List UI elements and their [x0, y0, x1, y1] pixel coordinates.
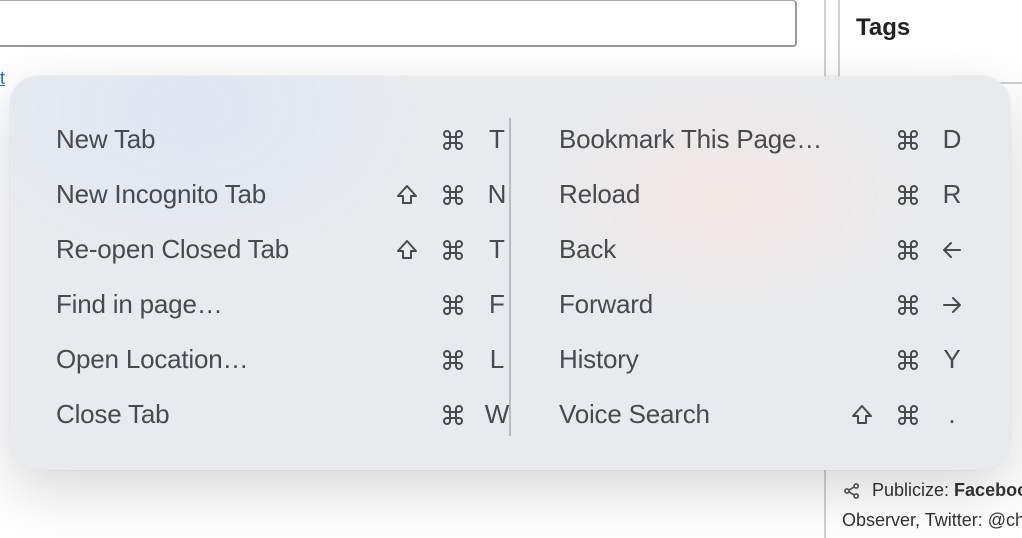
menu-item-label: Reload: [559, 179, 640, 210]
menu-item-new-incognito-tab[interactable]: New Incognito Tab N: [56, 171, 509, 219]
menu-item-forward[interactable]: Forward: [511, 281, 964, 329]
menu-item-shortcut: [834, 238, 964, 262]
shortcut-key: Y: [940, 344, 964, 375]
menu-column-left: New Tab T New Incognito Tab N Re-open Closed…: [56, 112, 509, 442]
cmd-icon: [894, 293, 922, 317]
menu-item-shortcut: L: [379, 344, 509, 375]
shortcut-key: F: [485, 289, 509, 320]
shortcut-key: T: [485, 234, 509, 265]
publicize-text: Publicize: Facebook: [872, 480, 1022, 501]
shift-icon: [393, 183, 421, 207]
shortcut-key: D: [940, 124, 964, 155]
cmd-icon: [439, 128, 467, 152]
menu-item-shortcut: R: [834, 179, 964, 210]
menu-item-shortcut: D: [834, 124, 964, 155]
menu-item-find-in-page[interactable]: Find in page… F: [56, 281, 509, 329]
menu-item-label: Voice Search: [559, 399, 710, 430]
shortcut-key: [940, 238, 964, 262]
menu-item-shortcut: T: [379, 234, 509, 265]
cmd-icon: [439, 183, 467, 207]
cmd-icon: [894, 238, 922, 262]
menu-item-label: Open Location…: [56, 344, 248, 375]
menu-item-label: New Tab: [56, 124, 155, 155]
link-fragment[interactable]: t: [0, 68, 8, 89]
menu-item-shortcut: .: [834, 399, 964, 430]
menu-item-voice-search[interactable]: Voice Search.: [511, 391, 964, 439]
publicize-details: Observer, Twitter: @ch: [842, 510, 1022, 531]
menu-item-reload[interactable]: Reload R: [511, 171, 964, 219]
menu-item-back[interactable]: Back: [511, 226, 964, 274]
cmd-icon: [439, 403, 467, 427]
cmd-icon: [894, 403, 922, 427]
menu-item-label: Forward: [559, 289, 653, 320]
share-icon: [842, 481, 862, 501]
shortcut-key: T: [485, 124, 509, 155]
cmd-icon: [894, 183, 922, 207]
shortcut-key: L: [485, 344, 509, 375]
cmd-icon: [439, 238, 467, 262]
title-input[interactable]: [0, 0, 797, 47]
menu-item-history[interactable]: History Y: [511, 336, 964, 384]
menu-item-close-tab[interactable]: Close Tab W: [56, 391, 509, 439]
menu-item-label: Close Tab: [56, 399, 169, 430]
menu-column-right: Bookmark This Page… D Reload R Back Forward Hi…: [511, 112, 964, 442]
shortcut-key: W: [485, 399, 509, 430]
menu-item-label: Re-open Closed Tab: [56, 234, 289, 265]
menu-item-label: New Incognito Tab: [56, 179, 266, 210]
shortcut-key: N: [485, 179, 509, 210]
tags-panel-header: Tags: [838, 0, 1022, 84]
menu-item-open-location[interactable]: Open Location… L: [56, 336, 509, 384]
menu-item-shortcut: N: [379, 179, 509, 210]
shortcut-key: [940, 293, 964, 317]
publicize-row[interactable]: Publicize: Facebook: [842, 480, 1022, 501]
menu-item-label: Find in page…: [56, 289, 223, 320]
cmd-icon: [894, 128, 922, 152]
cmd-icon: [439, 293, 467, 317]
menu-item-label: Bookmark This Page…: [559, 124, 822, 155]
cmd-icon: [894, 348, 922, 372]
menu-item-shortcut: T: [379, 124, 509, 155]
menu-item-shortcut: [834, 293, 964, 317]
menu-item-shortcut: W: [379, 399, 509, 430]
shortcut-key: .: [940, 399, 964, 430]
menu-item-reopen-closed-tab[interactable]: Re-open Closed Tab T: [56, 226, 509, 274]
shortcut-panel: New Tab T New Incognito Tab N Re-open Closed…: [10, 76, 1010, 470]
menu-item-bookmark-page[interactable]: Bookmark This Page… D: [511, 116, 964, 164]
shift-icon: [393, 238, 421, 262]
menu-item-label: Back: [559, 234, 616, 265]
menu-item-shortcut: Y: [834, 344, 964, 375]
menu-item-new-tab[interactable]: New Tab T: [56, 116, 509, 164]
menu-item-shortcut: F: [379, 289, 509, 320]
shift-icon: [848, 403, 876, 427]
menu-item-label: History: [559, 344, 639, 375]
shortcut-key: R: [940, 179, 964, 210]
cmd-icon: [439, 348, 467, 372]
